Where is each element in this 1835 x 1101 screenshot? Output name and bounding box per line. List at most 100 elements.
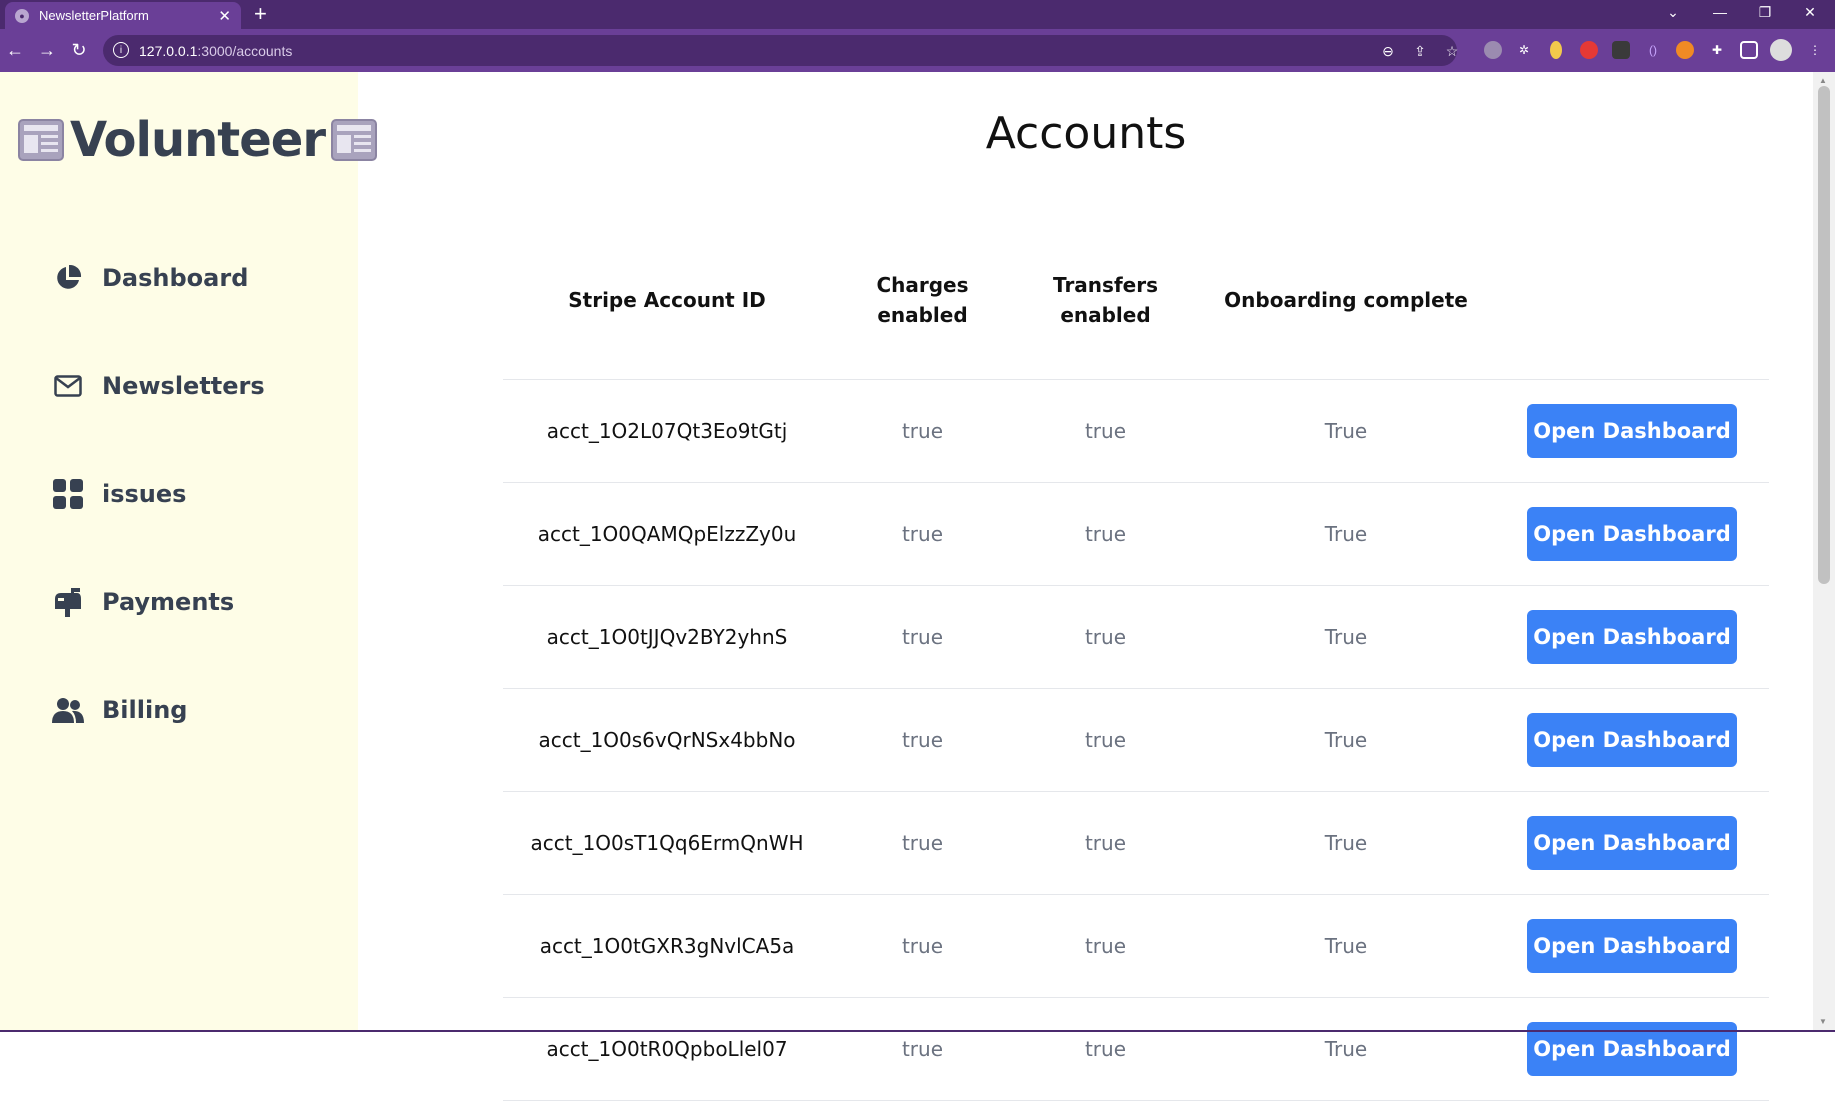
table-row: acct_1O0tGXR3gNvlCA5a true true True Ope… — [503, 894, 1769, 998]
extension-fox-icon[interactable] — [1676, 41, 1694, 59]
charges-cell: true — [831, 482, 1014, 586]
page-title: Accounts — [985, 108, 1187, 159]
column-header-onboarding: Onboarding complete — [1197, 222, 1495, 380]
browser-tab-strip: ● NewsletterPlatform ✕ + ⌄ — ❐ ✕ — [0, 0, 1835, 29]
charges-cell: true — [831, 379, 1014, 483]
action-cell: Open Dashboard — [1495, 482, 1769, 586]
scroll-down-arrow-icon[interactable]: ▼ — [1819, 1017, 1827, 1026]
sidebar-item-label: Dashboard — [102, 264, 249, 292]
action-cell: Open Dashboard — [1495, 997, 1769, 1101]
restore-icon[interactable]: ❐ — [1750, 0, 1780, 24]
table-header-row: Stripe Account ID Charges enabled Transfe… — [503, 222, 1769, 380]
scroll-up-arrow-icon[interactable]: ▲ — [1819, 76, 1827, 85]
table-row: acct_1O0tR0QpboLlel07 true true True Ope… — [503, 997, 1769, 1101]
scrollbar-thumb[interactable] — [1818, 86, 1830, 584]
extension-gear-icon[interactable]: ✲ — [1515, 41, 1533, 59]
forward-icon[interactable]: → — [35, 38, 59, 62]
accounts-table: Stripe Account ID Charges enabled Transfe… — [503, 222, 1769, 1101]
table-row: acct_1O0s6vQrNSx4bbNo true true True Ope… — [503, 688, 1769, 792]
page-scrollbar[interactable]: ▲ ▼ — [1813, 72, 1835, 1030]
charges-cell: true — [831, 688, 1014, 792]
extension-stop-icon[interactable] — [1580, 41, 1598, 59]
brand-title: Volunteer — [70, 112, 326, 168]
sidebar-item-newsletters[interactable]: Newsletters — [52, 366, 265, 406]
column-header-transfers: Transfers enabled — [1014, 222, 1197, 380]
kebab-menu-icon[interactable]: ⋮ — [1806, 41, 1824, 59]
sidebar-item-label: Billing — [102, 696, 188, 724]
action-cell: Open Dashboard — [1495, 688, 1769, 792]
sidebar: Volunteer Dashboard Newsletters issues P… — [0, 72, 378, 1030]
puzzle-icon[interactable]: ✚ — [1708, 41, 1726, 59]
charges-cell: true — [831, 791, 1014, 895]
main-content: Accounts Stripe Account ID Charges enable… — [358, 72, 1813, 1101]
onboarding-cell: True — [1197, 585, 1495, 689]
account-id-cell: acct_1O0s6vQrNSx4bbNo — [503, 688, 831, 792]
minimize-icon[interactable]: — — [1705, 0, 1735, 24]
profile-avatar[interactable] — [1770, 39, 1792, 61]
open-dashboard-button[interactable]: Open Dashboard — [1527, 918, 1737, 973]
open-dashboard-button[interactable]: Open Dashboard — [1527, 506, 1737, 561]
browser-tab[interactable]: ● NewsletterPlatform ✕ — [5, 2, 241, 29]
reload-icon[interactable]: ↻ — [67, 38, 91, 62]
zoom-icon[interactable]: ⊖ — [1379, 42, 1397, 60]
table-row: acct_1O0QAMQpElzzZy0u true true True Ope… — [503, 482, 1769, 586]
column-header-action — [1495, 222, 1769, 380]
column-header-account-id: Stripe Account ID — [503, 222, 831, 380]
account-id-cell: acct_1O0tGXR3gNvlCA5a — [503, 894, 831, 998]
transfers-cell: true — [1014, 791, 1197, 895]
envelope-icon — [52, 370, 84, 402]
onboarding-cell: True — [1197, 791, 1495, 895]
globe-icon: ● — [15, 8, 29, 23]
account-id-cell: acct_1O0tJJQv2BY2yhnS — [503, 585, 831, 689]
open-dashboard-button[interactable]: Open Dashboard — [1527, 609, 1737, 664]
onboarding-cell: True — [1197, 894, 1495, 998]
sidebar-item-issues[interactable]: issues — [52, 474, 186, 514]
pie-chart-icon — [52, 262, 84, 294]
window-close-icon[interactable]: ✕ — [1795, 0, 1825, 24]
mailbox-icon — [52, 586, 84, 618]
url-path: :3000/accounts — [197, 42, 293, 59]
onboarding-cell: True — [1197, 379, 1495, 483]
tab-search-icon[interactable]: ⌄ — [1658, 0, 1688, 24]
column-header-charges: Charges enabled — [831, 222, 1014, 380]
new-tab-icon[interactable]: + — [254, 2, 267, 26]
open-dashboard-button[interactable]: Open Dashboard — [1527, 403, 1737, 458]
side-panel-icon[interactable] — [1740, 41, 1758, 59]
brand-logo[interactable]: Volunteer — [18, 112, 378, 168]
onboarding-cell: True — [1197, 688, 1495, 792]
extension-square-icon[interactable] — [1612, 41, 1630, 59]
onboarding-cell: True — [1197, 482, 1495, 586]
address-bar[interactable]: i 127.0.0.1:3000/accounts ⊖ ⇪ ☆ — [103, 35, 1458, 66]
table-row: acct_1O2L07Qt3Eo9tGtj true true True Ope… — [503, 379, 1769, 483]
transfers-cell: true — [1014, 688, 1197, 792]
sidebar-item-payments[interactable]: Payments — [52, 582, 234, 622]
share-icon[interactable]: ⇪ — [1411, 42, 1429, 60]
charges-cell: true — [831, 997, 1014, 1101]
bookmark-star-icon[interactable]: ☆ — [1443, 42, 1461, 60]
open-dashboard-button[interactable]: Open Dashboard — [1527, 815, 1737, 870]
account-id-cell: acct_1O0sT1Qq6ErmQnWH — [503, 791, 831, 895]
site-info-icon[interactable]: i — [113, 42, 129, 58]
back-icon[interactable]: ← — [3, 38, 27, 62]
sidebar-item-label: Payments — [102, 588, 235, 616]
account-id-cell: acct_1O2L07Qt3Eo9tGtj — [503, 379, 831, 483]
grid-icon — [52, 478, 84, 510]
account-id-cell: acct_1O0QAMQpElzzZy0u — [503, 482, 831, 586]
users-icon — [52, 694, 84, 726]
action-cell: Open Dashboard — [1495, 379, 1769, 483]
url-host: 127.0.0.1 — [139, 42, 198, 59]
account-id-cell: acct_1O0tR0QpboLlel07 — [503, 997, 831, 1101]
sidebar-item-dashboard[interactable]: Dashboard — [52, 258, 248, 298]
table-row: acct_1O0tJJQv2BY2yhnS true true True Ope… — [503, 585, 1769, 689]
close-tab-icon[interactable]: ✕ — [218, 7, 231, 25]
extension-icon[interactable] — [1484, 41, 1502, 59]
extension-brackets-icon[interactable]: () — [1644, 41, 1662, 59]
action-cell: Open Dashboard — [1495, 791, 1769, 895]
open-dashboard-button[interactable]: Open Dashboard — [1527, 712, 1737, 767]
sidebar-item-billing[interactable]: Billing — [52, 690, 187, 730]
sidebar-item-label: Newsletters — [102, 372, 265, 400]
charges-cell: true — [831, 585, 1014, 689]
transfers-cell: true — [1014, 482, 1197, 586]
extension-egg-icon[interactable] — [1550, 41, 1562, 59]
transfers-cell: true — [1014, 997, 1197, 1101]
